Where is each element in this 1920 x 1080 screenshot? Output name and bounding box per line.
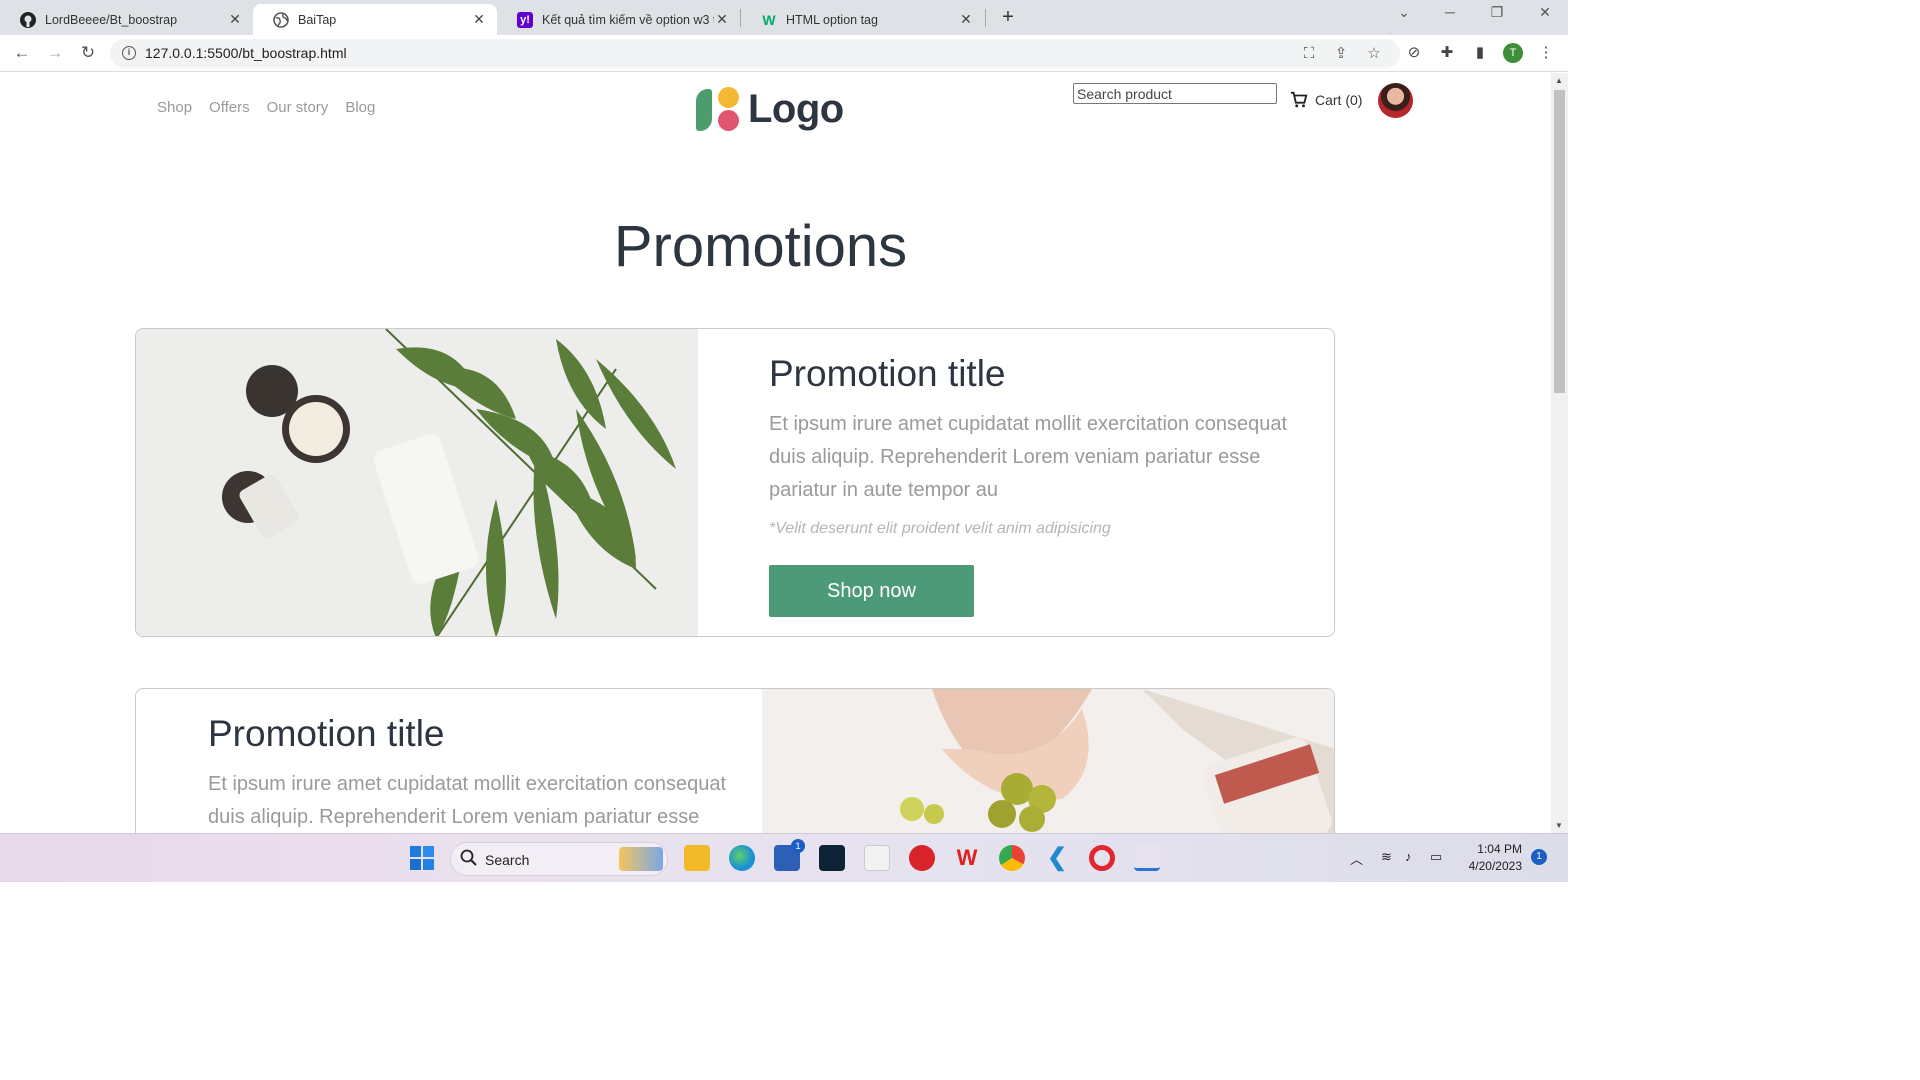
windows-start-icon[interactable] [409, 845, 435, 871]
file-explorer-icon[interactable] [684, 845, 710, 871]
cart-icon [1290, 91, 1308, 108]
page-scrollbar[interactable]: ▲ ▼ [1551, 73, 1568, 833]
logo-mark-icon [696, 85, 742, 133]
extension-compass-icon[interactable]: ⊘ [1404, 43, 1424, 63]
store-badge: 1 [791, 839, 805, 853]
nav-link-offers[interactable]: Offers [209, 99, 250, 116]
tab-github[interactable]: LordBeeee/Bt_boostrap ✕ [0, 4, 253, 35]
profile-avatar[interactable]: T [1503, 43, 1523, 63]
vscode-icon[interactable]: ❮ [1044, 845, 1070, 871]
snipping-board-icon[interactable] [864, 845, 890, 871]
tray-overflow-chevron-icon[interactable]: ︿ [1350, 849, 1363, 868]
minimize-icon[interactable]: ─ [1435, 4, 1465, 20]
tab-title: LordBeeee/Bt_boostrap [45, 12, 178, 27]
promotion-content: Promotion title Et ipsum irure amet cupi… [208, 713, 728, 833]
nav-link-our-story[interactable]: Our story [267, 99, 329, 116]
nav-link-blog[interactable]: Blog [345, 99, 375, 116]
scroll-up-icon[interactable]: ▲ [1555, 76, 1563, 85]
user-avatar[interactable] [1378, 83, 1413, 118]
w3schools-icon: W [762, 11, 776, 28]
promotion-content: Promotion title Et ipsum irure amet cupi… [769, 353, 1289, 617]
windows-taskbar: Search 1 W ❮ ︿ ≋ ♪ ▭ 1:04 PM 4/20/2023 1 [0, 833, 1568, 882]
wifi-icon[interactable]: ≋ [1381, 849, 1392, 865]
edge-icon[interactable] [729, 845, 755, 871]
tab-baitap[interactable]: BaiTap ✕ [253, 4, 497, 35]
tab-title: Kết quả tìm kiếm về option w3 tr [542, 12, 714, 27]
extensions-puzzle-icon[interactable]: ✚ [1437, 43, 1457, 63]
cart-link[interactable]: Cart (0) [1290, 91, 1362, 109]
promotion-title: Promotion title [208, 713, 445, 754]
microsoft-store-icon[interactable]: 1 [774, 839, 805, 871]
translate-icon[interactable]: ⛶ [1300, 46, 1318, 62]
github-icon [20, 11, 36, 28]
promotion-text: Et ipsum irure amet cupidatat mollit exe… [769, 413, 1288, 501]
volume-icon[interactable]: ♪ [1405, 849, 1412, 864]
menu-kebab-icon[interactable]: ⋮ [1536, 43, 1556, 63]
nav-link-shop[interactable]: Shop [157, 99, 192, 116]
tab-title: HTML option tag [786, 12, 878, 27]
tab-yahoo[interactable]: y! Kết quả tìm kiếm về option w3 tr ✕ [497, 4, 740, 35]
taskbar-search[interactable]: Search [450, 842, 668, 876]
reload-icon[interactable]: ↻ [78, 43, 98, 63]
close-tab-icon[interactable]: ✕ [714, 11, 730, 28]
opera-icon[interactable] [1089, 845, 1115, 871]
forward-icon[interactable]: → [45, 43, 65, 63]
taskbar-clock[interactable]: 1:04 PM 4/20/2023 [1460, 841, 1522, 875]
back-icon[interactable]: ← [12, 43, 32, 63]
scroll-down-icon[interactable]: ▼ [1555, 821, 1563, 830]
site-logo[interactable]: Logo [696, 85, 844, 133]
url-text[interactable]: 127.0.0.1:5500/bt_boostrap.html [145, 45, 347, 61]
clock-date: 4/20/2023 [1468, 859, 1522, 873]
scrollbar-thumb[interactable] [1554, 90, 1565, 393]
tab-search-chevron-icon[interactable]: ⌄ [1389, 4, 1419, 21]
terminal-app-icon[interactable] [819, 845, 845, 871]
yahoo-icon: y! [517, 11, 533, 28]
page-viewport: Shop Offers Our story Blog Logo Cart (0)… [0, 73, 1551, 833]
promotion-note: *Velit deserunt elit proident velit anim… [769, 520, 1111, 537]
browser-tab-bar: LordBeeee/Bt_boostrap ✕ BaiTap ✕ y! Kết … [0, 0, 1568, 35]
search-input[interactable] [1073, 83, 1277, 104]
promotion-card: Promotion title Et ipsum irure amet cupi… [135, 688, 1335, 833]
logo-text: Logo [748, 86, 844, 131]
search-icon [460, 849, 477, 866]
omnibox[interactable]: i 127.0.0.1:5500/bt_boostrap.html ⛶ ⇪ ☆ [110, 39, 1400, 68]
shop-now-button[interactable]: Shop now [769, 565, 974, 617]
bookmark-star-icon[interactable]: ☆ [1365, 46, 1383, 62]
site-info-icon[interactable]: i [122, 46, 136, 60]
promotion-card: Promotion title Et ipsum irure amet cupi… [135, 328, 1335, 637]
tab-title: BaiTap [298, 12, 337, 27]
page-title: Promotions [613, 214, 908, 279]
close-tab-icon[interactable]: ✕ [227, 11, 243, 28]
taskbar-search-label: Search [485, 852, 530, 868]
new-tab-button[interactable]: + [996, 6, 1020, 30]
unikey-app-icon[interactable] [909, 845, 935, 871]
tab-divider [985, 9, 986, 27]
promotion-title: Promotion title [769, 353, 1006, 394]
side-panel-icon[interactable]: ▮ [1470, 43, 1490, 63]
globe-icon [273, 11, 289, 28]
search-highlight-icon [619, 847, 663, 871]
address-bar-row: ← → ↻ i 127.0.0.1:5500/bt_boostrap.html … [0, 35, 1568, 72]
restore-icon[interactable]: ❐ [1482, 4, 1512, 21]
wps-office-icon[interactable]: W [954, 845, 980, 871]
chrome-icon[interactable] [999, 845, 1025, 871]
cart-label: Cart (0) [1315, 92, 1363, 108]
snipping-tool-icon[interactable] [1134, 845, 1160, 871]
close-tab-icon[interactable]: ✕ [958, 11, 974, 28]
promotion-text: Et ipsum irure amet cupidatat mollit exe… [208, 773, 727, 828]
clock-time: 1:04 PM [1477, 842, 1522, 856]
promotion-image-cosmetics [136, 329, 698, 636]
share-icon[interactable]: ⇪ [1332, 46, 1350, 62]
site-nav: Shop Offers Our story Blog [157, 99, 375, 116]
notification-badge[interactable]: 1 [1531, 849, 1547, 865]
close-window-icon[interactable]: ✕ [1530, 4, 1560, 21]
close-tab-icon[interactable]: ✕ [471, 11, 487, 28]
tab-w3schools[interactable]: W HTML option tag ✕ [741, 4, 984, 35]
battery-icon[interactable]: ▭ [1430, 849, 1442, 865]
promotion-image-gummies [762, 689, 1334, 833]
